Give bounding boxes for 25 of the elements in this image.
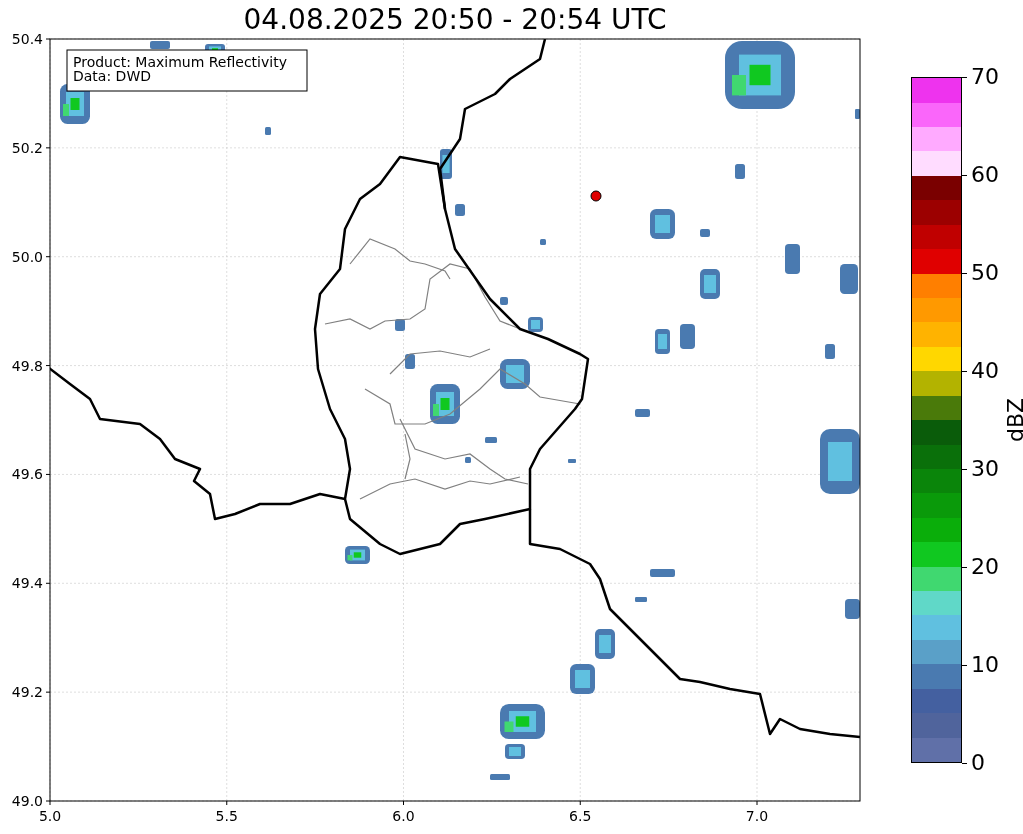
- y-tick-label: 49.4: [11, 575, 43, 592]
- legend-text: Product: Maximum Reflectivity: [73, 54, 287, 70]
- x-tick-label: 6.0: [392, 808, 415, 824]
- x-tick-label: 5.0: [38, 808, 62, 824]
- x-tick-label: 6.5: [569, 808, 592, 824]
- colorbar-label: dBZ: [1005, 397, 1023, 443]
- colorbar-tick-label: 70: [971, 63, 999, 91]
- colorbar-tick-label: 40: [971, 357, 999, 385]
- y-tick-label: 50.4: [11, 31, 43, 47]
- legend-text: Data: DWD: [73, 68, 151, 84]
- colorbar-tick-label: 10: [971, 651, 999, 679]
- colorbar-tick-label: 60: [971, 161, 999, 189]
- chart-title: 04.08.2025 20:50 - 20:54 UTC: [243, 2, 667, 29]
- y-tick-label: 49.8: [11, 357, 43, 374]
- colorbar-tick-label: 50: [971, 259, 999, 287]
- colorbar-tick-label: 0: [971, 749, 985, 777]
- colorbar-tick-label: 30: [971, 455, 999, 483]
- y-tick-label: 49.0: [11, 793, 43, 809]
- colorbar-tick-label: 20: [971, 553, 999, 581]
- x-tick-label: 5.5: [215, 808, 238, 824]
- y-tick-label: 49.2: [11, 684, 43, 701]
- y-tick-label: 49.6: [11, 466, 43, 483]
- y-tick-label: 50.0: [11, 248, 43, 265]
- y-tick-label: 50.2: [11, 139, 43, 156]
- x-tick-label: 7.0: [745, 808, 769, 824]
